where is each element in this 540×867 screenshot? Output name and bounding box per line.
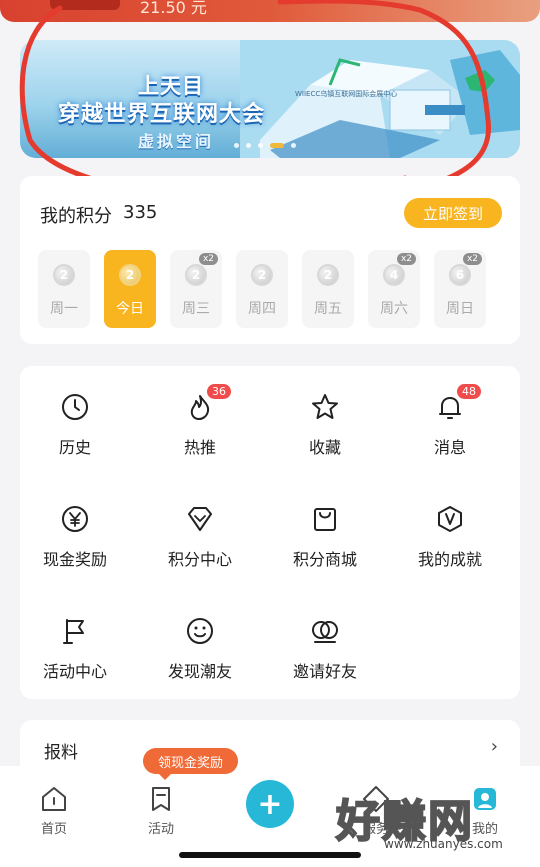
banner-dot[interactable] [234,143,239,148]
day-label: 周六 [380,301,408,317]
profile-icon [474,788,496,810]
checkin-day-wed[interactable]: x2 2 周三 [170,250,222,328]
clock-icon [62,394,88,420]
grid-item-label: 积分商城 [292,550,357,569]
points-label: 我的积分 [40,206,112,227]
checkin-day-sat[interactable]: x2 4 周六 [368,250,420,328]
grid-item-invite-friends[interactable]: 邀请好友 [270,616,380,686]
nav-activity[interactable]: 活动 [131,784,191,844]
coin-icon: 6 [449,264,471,286]
chevron-right-icon: › [490,736,498,757]
double-badge: x2 [198,253,218,265]
coin-icon: 2 [251,264,273,286]
promo-banner[interactable]: WIIECC乌镇互联网国际会展中心 上天目 穿越世界互联网大会 虚拟空间 [20,40,520,158]
grid-item-label: 现金奖励 [42,550,107,569]
coin-icon: 2 [185,264,207,286]
banner-pagination-dots[interactable] [234,143,296,148]
grid-item-label: 热推 [183,438,216,457]
coin-icon: 2 [119,264,141,286]
v-shield-icon [438,506,462,532]
top-earnings-strip[interactable]: 21.50 元 [0,0,540,22]
banner-city-illustration: WIIECC乌镇互联网国际会展中心 [240,40,520,158]
points-value: 335 [123,202,158,223]
day-label: 周三 [182,301,210,317]
diamond-icon [188,507,212,531]
nav-label: 首页 [40,822,67,837]
banner-dot-active[interactable] [270,143,284,148]
features-grid-card: 历史 36 热推 收藏 48 消息 现金奖励 积分中心 积分商城 我的成就 活动… [20,366,520,699]
day-label: 周四 [248,301,276,317]
site-watermark-url: www.zhuanyes.com [384,837,503,851]
banner-dot[interactable] [258,143,263,148]
coin-icon: 2 [317,264,339,286]
grid-item-history[interactable]: 历史 [20,392,130,462]
grid-item-favorites[interactable]: 收藏 [270,392,380,462]
grid-item-label: 我的成就 [417,550,482,569]
grid-item-label: 发现潮友 [167,662,232,681]
grid-item-label: 消息 [433,438,466,457]
grid-item-label: 邀请好友 [292,662,357,681]
yen-coin-icon [62,506,88,532]
add-button[interactable]: + [246,780,294,828]
day-label: 今日 [116,301,144,317]
bookmark-icon [152,787,170,811]
checkin-day-thu[interactable]: 2 周四 [236,250,288,328]
checkin-day-sun[interactable]: x2 6 周日 [434,250,486,328]
grid-item-label: 积分中心 [167,550,232,569]
checkin-day-mon[interactable]: 2 周一 [38,250,90,328]
grid-item-cash-reward[interactable]: 现金奖励 [20,504,130,574]
double-badge: x2 [462,253,482,265]
report-label: 报料 [44,743,78,763]
grid-item-achievements[interactable]: 我的成就 [395,504,505,574]
home-indicator [179,852,361,858]
strip-tab [50,0,120,10]
grid-item-messages[interactable]: 48 消息 [395,384,505,462]
grid-item-discover-friends[interactable]: 发现潮友 [145,616,255,686]
banner-dot[interactable] [291,143,296,148]
nav-label: 活动 [147,822,174,837]
coin-icon: 4 [383,264,405,286]
checkin-days-row: 2 周一 2 今日 x2 2 周三 2 周四 2 周五 x2 4 周六 x2 6… [38,250,486,328]
notification-badge: 48 [457,384,481,399]
grid-item-label: 收藏 [308,438,341,457]
checkin-day-fri[interactable]: 2 周五 [302,250,354,328]
home-icon [42,787,66,811]
grid-item-label: 历史 [58,438,91,457]
banner-title-line2: 穿越世界互联网大会 [58,102,266,127]
grid-item-points-center[interactable]: 积分中心 [145,504,255,574]
grid-item-hot[interactable]: 36 热推 [145,384,255,462]
checkin-day-today[interactable]: 2 今日 [104,250,156,328]
banner-title-line3: 虚拟空间 [138,132,215,151]
banner-venue-text: WIIECC乌镇互联网国际会展中心 [295,89,397,98]
day-label: 周日 [446,301,474,317]
notification-badge: 36 [207,384,231,399]
grid-item-points-mall[interactable]: 积分商城 [270,504,380,574]
shopping-bag-icon [314,508,336,531]
grid-item-activity-center[interactable]: 活动中心 [20,616,130,686]
nav-home[interactable]: 首页 [24,784,84,844]
grid-item-label: 活动中心 [42,662,107,681]
checkin-button[interactable]: 立即签到 [404,198,502,228]
coin-icon: 2 [53,264,75,286]
earnings-amount: 21.50 元 [140,0,207,17]
day-label: 周五 [314,301,342,317]
smile-icon [187,618,213,644]
cash-reward-promo-bubble[interactable]: 领现金奖励 [143,748,238,780]
banner-dot[interactable] [246,143,251,148]
points-card: 我的积分 335 立即签到 2 周一 2 今日 x2 2 周三 2 周四 2 周… [20,176,520,344]
two-circles-icon [312,621,338,643]
flag-icon [63,619,84,644]
day-label: 周一 [50,301,78,317]
double-badge: x2 [396,253,416,265]
star-icon [312,394,338,419]
